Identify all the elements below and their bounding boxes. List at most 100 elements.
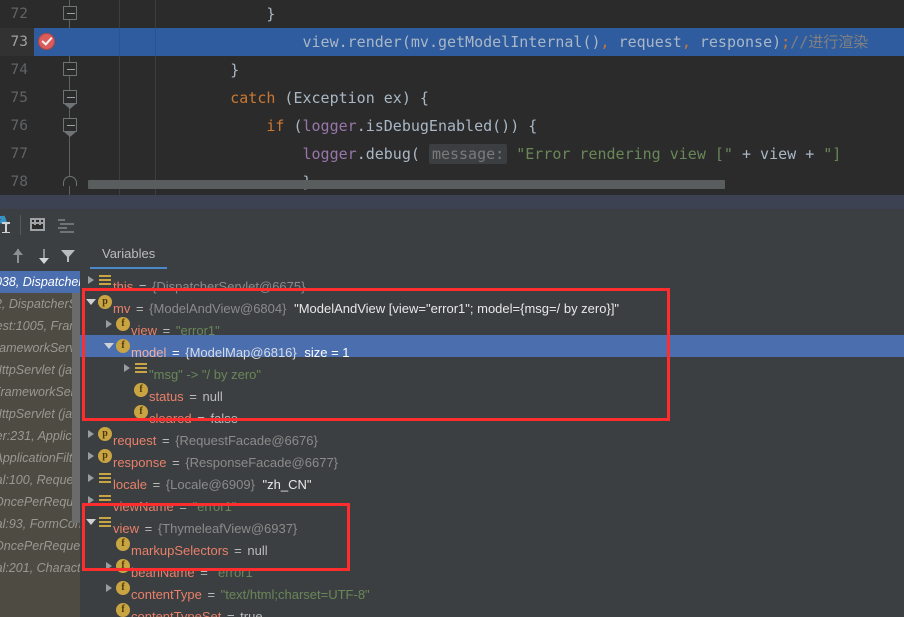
frame-row[interactable]: doDispatch:1038, DispatcherServlet (org.… bbox=[0, 271, 80, 293]
fold-collapse-icon[interactable] bbox=[62, 90, 77, 109]
variable-row[interactable]: view = {ThymeleafView@6937} bbox=[80, 511, 904, 536]
breakpoint-gutter[interactable] bbox=[34, 168, 60, 195]
filter-icon[interactable] bbox=[60, 248, 76, 264]
frames-list[interactable]: doDispatch:1038, DispatcherServlet (org.… bbox=[0, 271, 80, 617]
breakpoint-gutter[interactable] bbox=[34, 84, 60, 112]
tab-variables[interactable]: Variables bbox=[90, 241, 168, 269]
variables-tree[interactable]: this = {DispatcherServlet@6675} p mv = {Mo… bbox=[80, 269, 904, 617]
variables-panel[interactable]: Variables this = {DispatcherServlet@6675… bbox=[80, 241, 904, 617]
chevron-right-icon[interactable] bbox=[86, 423, 97, 445]
frame-label: doFilterInternal:93, FormContentFilter (… bbox=[0, 517, 80, 531]
fold-gutter[interactable] bbox=[60, 84, 80, 112]
fold-gutter[interactable] bbox=[60, 140, 80, 168]
local-variable-icon bbox=[97, 467, 113, 489]
code-line[interactable]: 76 if (logger.isDebugEnabled()) { bbox=[0, 112, 904, 140]
frame-row[interactable]: service:882, FrameworkServlet (org.sprin… bbox=[0, 381, 80, 403]
stack-up-icon[interactable] bbox=[10, 248, 26, 264]
fold-collapse-icon[interactable] bbox=[62, 62, 77, 76]
fold-gutter[interactable] bbox=[60, 28, 80, 56]
breakpoint-gutter[interactable] bbox=[34, 140, 60, 168]
customize-data-views-icon[interactable] bbox=[56, 215, 76, 235]
variable-row[interactable]: viewName = "error1" bbox=[80, 489, 904, 514]
variable-row[interactable]: f contentType = "text/html;charset=UTF-8" bbox=[80, 577, 904, 602]
variables-tabbar[interactable]: Variables bbox=[80, 241, 904, 269]
toolbar-separator bbox=[20, 215, 21, 235]
code-text[interactable]: catch (Exception ex) { bbox=[156, 84, 904, 112]
frame-row[interactable]: service:741, HttpServlet (javax.servlet.… bbox=[0, 403, 80, 425]
variable-row[interactable]: f status = null bbox=[80, 379, 904, 404]
code-text[interactable]: logger.debug( message: "Error rendering … bbox=[156, 140, 904, 168]
variable-row[interactable]: locale = {Locale@6909} "zh_CN" bbox=[80, 467, 904, 492]
chevron-right-icon[interactable] bbox=[104, 577, 115, 599]
variable-row[interactable]: p response = {ResponseFacade@6677} bbox=[80, 445, 904, 470]
fold-gutter[interactable] bbox=[60, 0, 80, 28]
breakpoint-gutter[interactable] bbox=[34, 56, 60, 84]
fold-collapse-icon[interactable] bbox=[62, 6, 77, 20]
chevron-down-icon[interactable] bbox=[86, 291, 97, 313]
frames-panel[interactable]: doDispatch:1038, DispatcherServlet (org.… bbox=[0, 241, 80, 617]
fold-collapse-icon[interactable] bbox=[62, 118, 77, 137]
variable-row[interactable]: p request = {RequestFacade@6676} bbox=[80, 423, 904, 448]
code-line[interactable]: 77 logger.debug( message: "Error renderi… bbox=[0, 140, 904, 168]
chevron-right-icon[interactable] bbox=[122, 357, 133, 379]
chevron-right-icon[interactable] bbox=[104, 313, 115, 335]
variable-row[interactable]: f contentTypeSet = true bbox=[80, 599, 904, 617]
code-line[interactable]: 72 } bbox=[0, 0, 904, 28]
variable-row[interactable]: f cleared = false bbox=[80, 401, 904, 426]
chevron-down-icon[interactable] bbox=[104, 335, 115, 357]
frame-row[interactable]: internalDoFilter:231, ApplicationFilterC… bbox=[0, 425, 80, 447]
variable-row[interactable]: "msg" -> "/ by zero" bbox=[80, 357, 904, 382]
frame-row[interactable]: doFilter:119, OncePerRequestFilter (org.… bbox=[0, 535, 80, 557]
variable-row[interactable]: f model = {ModelMap@6816} size = 1 bbox=[80, 335, 904, 360]
chevron-right-icon[interactable] bbox=[86, 445, 97, 467]
code-text[interactable]: } bbox=[156, 0, 904, 28]
code-text[interactable]: } bbox=[156, 56, 904, 84]
frame-row[interactable]: doFilterInternal:93, FormContentFilter (… bbox=[0, 513, 80, 535]
variable-row[interactable]: f beanName = "error1" bbox=[80, 555, 904, 580]
frame-row[interactable]: doService:942, DispatcherServlet (org.sp… bbox=[0, 293, 80, 315]
stack-down-icon[interactable] bbox=[36, 248, 52, 264]
frame-row[interactable]: service:634, HttpServlet (javax.servlet.… bbox=[0, 359, 80, 381]
frame-row[interactable]: doGet:897, FrameworkServlet (org.springf… bbox=[0, 337, 80, 359]
chevron-right-icon[interactable] bbox=[86, 467, 97, 489]
fold-gutter[interactable] bbox=[60, 56, 80, 84]
fold-gutter[interactable] bbox=[60, 168, 80, 195]
breakpoint-icon[interactable] bbox=[38, 33, 55, 50]
code-editor[interactable]: 72 } 73 view.render(mv.getModelInternal()… bbox=[0, 0, 904, 195]
code-token: + view + bbox=[732, 145, 824, 163]
fold-gutter[interactable] bbox=[60, 112, 80, 140]
frame-row[interactable]: doFilter:166, ApplicationFilterChain (or… bbox=[0, 447, 80, 469]
twisty-placeholder bbox=[104, 533, 115, 555]
frames-scrollbar[interactable] bbox=[72, 293, 80, 523]
debugger-toolbar[interactable] bbox=[0, 209, 904, 241]
chevron-down-icon[interactable] bbox=[86, 511, 97, 533]
breakpoint-gutter[interactable] bbox=[34, 28, 60, 56]
breakpoint-gutter[interactable] bbox=[34, 112, 60, 140]
lines-glyph bbox=[99, 473, 111, 483]
frame-row[interactable]: doFilter:119, OncePerRequestFilter (org.… bbox=[0, 491, 80, 513]
icon-letter: f bbox=[116, 581, 130, 595]
variable-row[interactable]: f view = "error1" bbox=[80, 313, 904, 338]
view-as-table-icon[interactable] bbox=[28, 215, 48, 235]
code-text[interactable]: if (logger.isDebugEnabled()) { bbox=[156, 112, 904, 140]
variable-row[interactable]: f markupSelectors = null bbox=[80, 533, 904, 558]
frames-toolbar[interactable] bbox=[0, 241, 80, 271]
variable-row[interactable]: p mv = {ModelAndView@6804} "ModelAndView … bbox=[80, 291, 904, 316]
icon-letter: p bbox=[98, 449, 112, 463]
chevron-right-icon[interactable] bbox=[86, 489, 97, 511]
evaluate-expression-icon[interactable] bbox=[0, 215, 16, 235]
editor-horizontal-scrollbar[interactable] bbox=[88, 180, 725, 189]
frame-row[interactable]: doFilterInternal:100, RequestContextFilt… bbox=[0, 469, 80, 491]
code-line[interactable]: 75 catch (Exception ex) { bbox=[0, 84, 904, 112]
code-line[interactable]: 74 } bbox=[0, 56, 904, 84]
breakpoint-gutter[interactable] bbox=[34, 0, 60, 28]
chevron-right-icon[interactable] bbox=[86, 269, 97, 291]
variable-row[interactable]: this = {DispatcherServlet@6675} bbox=[80, 269, 904, 294]
code-text[interactable]: view.render(mv.getModelInternal(), reque… bbox=[156, 28, 904, 56]
frame-row[interactable]: processRequest:1005, FrameworkServlet (o… bbox=[0, 315, 80, 337]
code-line[interactable]: 73 view.render(mv.getModelInternal(), re… bbox=[0, 28, 904, 56]
chevron-right-icon[interactable] bbox=[104, 555, 115, 577]
frame-row[interactable]: doFilterInternal:201, CharacterEncodingF… bbox=[0, 557, 80, 579]
